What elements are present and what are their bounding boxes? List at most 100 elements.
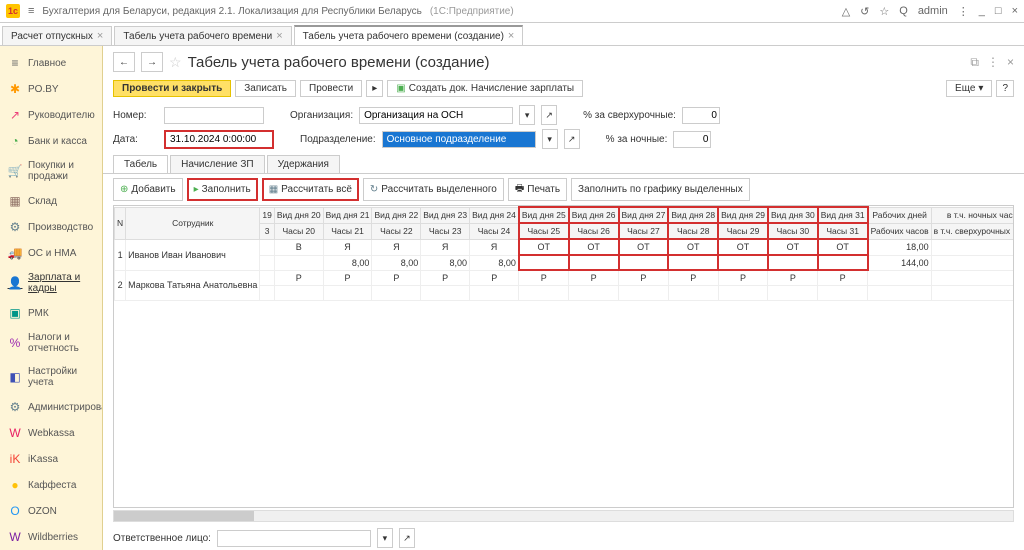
close-icon[interactable]: × [97,30,103,42]
sidebar-item-7[interactable]: 🚚 ОС и НМА [0,240,102,266]
sidebar-item-label: Администрирование [28,402,103,413]
sidebar-icon: ● [8,478,22,492]
tab-payroll-vacation[interactable]: Расчет отпускных× [2,26,112,45]
forward-button[interactable]: → [141,52,163,72]
responsible-open[interactable]: ↗ [399,528,415,548]
sidebar-item-13[interactable]: WWebkassa [0,420,102,446]
tab-timesheet-create[interactable]: Табель учета рабочего времени (создание)… [294,25,524,45]
add-button[interactable]: ⊕Добавить [113,178,183,201]
app-title: Бухгалтерия для Беларуси, редакция 2.1. … [42,6,421,17]
settings-icon[interactable]: ⋮ [958,5,969,18]
sidebar-item-label: OZON [28,506,57,517]
sidebar-item-1[interactable]: ✱PO.BY [0,76,102,102]
responsible-field[interactable] [217,530,371,547]
sidebar-icon: 🚚 [8,246,22,260]
div-open[interactable]: ↗ [564,129,580,149]
number-field[interactable] [164,107,264,124]
write-button[interactable]: Записать [235,80,296,97]
division-field[interactable] [382,131,536,148]
overtime-field[interactable] [682,107,720,124]
sidebar-icon: 🛒 [8,164,22,178]
sidebar-item-3[interactable]: ◔ Банк и касса [0,128,102,154]
table-row[interactable]: 2Маркова Татьяна АнатольевнаРРРРРРРРРРРР… [115,270,1015,286]
sidebar-item-15[interactable]: ●Каффеста [0,472,102,498]
minimize-icon[interactable]: _ [979,5,985,17]
link-icon[interactable]: ⧉ [970,55,979,70]
sidebar-item-12[interactable]: ⚙ Администрирование [0,394,102,420]
subtab-accrual[interactable]: Начисление ЗП [170,155,264,173]
menu-icon[interactable]: ⋮ [987,55,999,70]
org-dropdown[interactable]: ▾ [519,105,535,125]
create-icon: ▣ [396,83,405,94]
help-button[interactable]: ? [996,80,1014,97]
div-dropdown[interactable]: ▾ [542,129,558,149]
fill-by-graph-button[interactable]: Заполнить по графику выделенных [571,178,750,201]
sidebar-item-10[interactable]: %Налоги и отчетность [0,326,102,360]
post-icon-button[interactable]: ▸ [366,80,383,97]
sidebar-item-label: PO.BY [28,84,59,95]
date-field[interactable] [164,130,274,149]
sidebar-item-16[interactable]: OOZON [0,498,102,524]
sidebar-item-8[interactable]: 👤Зарплата и кадры [0,266,102,300]
sidebar-item-4[interactable]: 🛒Покупки и продажи [0,154,102,188]
overtime-label: % за сверхурочные: [583,110,676,121]
org-open[interactable]: ↗ [541,105,557,125]
sidebar-icon: % [8,336,22,350]
subtab-timesheet[interactable]: Табель [113,155,168,173]
org-field[interactable] [359,107,513,124]
table-row[interactable]: 1Иванов Иван ИвановичВЯЯЯЯОТОТОТОТОТОТОТ… [115,239,1015,255]
favorite-icon[interactable]: ☆ [879,5,889,18]
number-label: Номер: [113,110,158,121]
calc-selected-button[interactable]: ↻Рассчитать выделенного [363,178,504,201]
close-icon[interactable]: × [508,30,514,42]
fill-button[interactable]: ▸Заполнить [187,178,258,201]
print-icon: 🖶 [515,181,524,198]
subtab-deduction[interactable]: Удержания [267,155,340,173]
print-button[interactable]: 🖶Печать [508,178,567,201]
create-payroll-doc-button[interactable]: ▣Создать док. Начисление зарплаты [387,80,583,97]
maximize-icon[interactable]: □ [995,5,1002,17]
sidebar-item-label: Настройки учета [28,366,94,388]
sidebar-item-2[interactable]: ↗Руководителю [0,102,102,128]
sidebar-icon: W [8,530,22,544]
sidebar-item-11[interactable]: ◧Настройки учета [0,360,102,394]
sidebar-item-17[interactable]: WWildberries [0,524,102,550]
sidebar-item-label: ОС и НМА [28,248,76,259]
responsible-label: Ответственное лицо: [113,533,211,544]
sidebar-icon: ↗ [8,108,22,122]
sidebar-item-label: Зарплата и кадры [28,272,94,294]
sidebar-item-9[interactable]: ▣РМК [0,300,102,326]
division-label: Подразделение: [300,134,376,145]
app-subtitle: (1С:Предприятие) [430,6,514,17]
calc-all-button[interactable]: ▦Рассчитать всё [262,178,359,201]
responsible-dropdown[interactable]: ▾ [377,528,393,548]
sidebar-item-label: Банк и касса [28,136,87,147]
close-icon[interactable]: × [1012,5,1018,17]
conduct-close-button[interactable]: Провести и закрыть [113,80,231,97]
sidebar-item-0[interactable]: ≡Главное [0,50,102,76]
user-label[interactable]: admin [918,5,948,17]
night-field[interactable] [673,131,711,148]
tab-timesheet[interactable]: Табель учета рабочего времени× [114,26,291,45]
sidebar-icon: W [8,426,22,440]
page-title: Табель учета рабочего времени (создание) [188,54,490,71]
history-icon[interactable]: ↺ [860,5,869,18]
sidebar-icon: ◔ [8,134,22,148]
search-icon[interactable]: Q [899,5,908,17]
sidebar-icon: ⚙ [8,400,22,414]
close-icon[interactable]: × [276,30,282,42]
favorite-toggle[interactable]: ☆ [169,54,182,71]
sidebar-icon: iK [8,452,22,466]
sidebar-item-14[interactable]: iKiKassa [0,446,102,472]
timesheet-grid[interactable]: NСотрудник19Вид дня 20Вид дня 21Вид дня … [113,205,1014,508]
bell-icon[interactable]: △ [842,5,850,18]
post-button[interactable]: Провести [300,80,362,97]
horizontal-scrollbar[interactable] [113,510,1014,522]
hamburger-icon[interactable]: ≡ [28,5,34,17]
sidebar-item-5[interactable]: ▦Склад [0,188,102,214]
close-icon[interactable]: × [1007,55,1014,70]
sidebar-item-6[interactable]: ⚙Производство [0,214,102,240]
more-button[interactable]: Еще ▾ [946,80,992,97]
back-button[interactable]: ← [113,52,135,72]
calc-icon: ▦ [269,184,278,195]
